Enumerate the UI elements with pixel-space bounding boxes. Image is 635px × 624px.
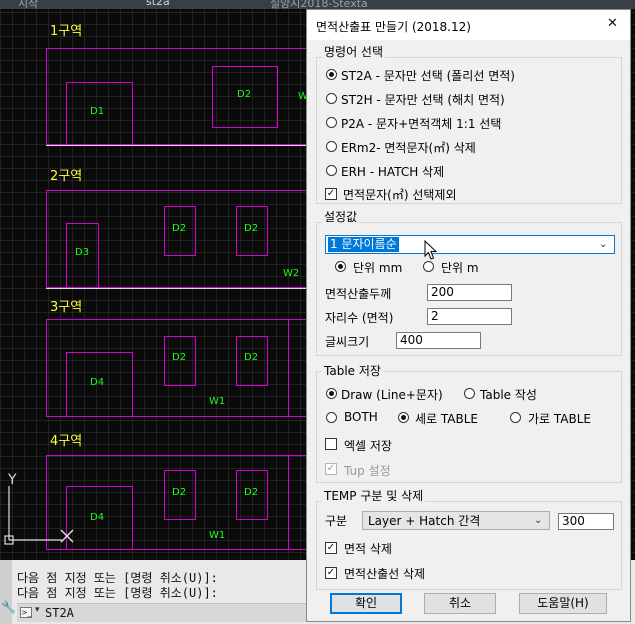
radio-st2a[interactable] <box>326 69 337 80</box>
checkbox-exclude-area-text[interactable]: ✓ <box>325 188 337 200</box>
digits-input[interactable]: 2 <box>427 308 512 325</box>
label-table-make: Table 작성 <box>480 388 537 402</box>
zone-label-1: 1구역 <box>50 24 83 39</box>
commands-group-label: 명령어 선택 <box>322 43 386 60</box>
command-input-text: ST2A <box>45 606 74 620</box>
zone2-label-d3: D3 <box>75 247 90 258</box>
checkbox-line-delete[interactable]: ✓ <box>325 567 337 579</box>
radio-horizontal-table[interactable] <box>510 412 521 423</box>
close-icon[interactable]: ✕ <box>607 16 618 31</box>
chevron-down-icon[interactable]: ▾ <box>35 605 40 615</box>
label-p2a: P2A - 문자+면적객체 1:1 선택 <box>341 117 502 131</box>
label-division: 구분 <box>325 514 348 528</box>
label-line-delete: 면적산출선 삭제 <box>344 567 426 581</box>
dialog-titlebar[interactable]: 면적산출표 만들기 (2018.12) ✕ <box>307 10 630 40</box>
label-area-delete: 면적 삭제 <box>344 542 392 556</box>
zone4-label-d2a: D2 <box>172 487 187 498</box>
label-erm2: ERm2- 면적문자(㎡) 삭제 <box>341 141 476 155</box>
zone2-baseline <box>46 288 308 289</box>
radio-unit-m[interactable] <box>423 261 434 272</box>
zone3-label-d4: D4 <box>90 377 105 388</box>
tab-drawing[interactable]: 실양시2018-Stexta <box>270 0 368 9</box>
help-button[interactable]: 도움말(H) <box>519 593 607 614</box>
tab-st2a[interactable]: st2a <box>146 0 170 8</box>
zone1-label-d1: D1 <box>90 106 105 117</box>
zone1-baseline <box>46 145 308 146</box>
document-tab-bar: 시작 st2a 실양시2018-Stexta <box>0 0 635 9</box>
radio-draw[interactable] <box>326 388 337 399</box>
label-st2a: ST2A - 문자만 선택 (폴리선 면적) <box>341 69 515 83</box>
division-select-value: Layer + Hatch 간격 <box>368 514 481 528</box>
zone2-label-d2b: D2 <box>244 223 259 234</box>
label-exclude-area-text: 면적문자(㎡) 선택제외 <box>343 188 457 202</box>
zone-label-3: 3구역 <box>50 300 83 315</box>
zone3-label-d2a: D2 <box>172 352 187 363</box>
label-tup-setting: Tup 설정 <box>344 464 391 478</box>
checkbox-excel-save[interactable] <box>325 438 337 450</box>
command-prompt-icon: >_ <box>20 607 32 618</box>
mouse-cursor-icon <box>424 239 438 262</box>
command-input[interactable]: >_ ▾ ST2A <box>17 603 313 622</box>
zone4-label-d4: D4 <box>90 512 105 523</box>
label-unit-mm: 단위 mm <box>353 261 403 275</box>
label-unit-m: 단위 m <box>441 261 479 275</box>
zone3-label-d2b: D2 <box>244 352 259 363</box>
ok-button[interactable]: 확인 <box>330 593 402 614</box>
zone3-side-room <box>288 319 308 417</box>
label-digits: 자리수 (면적) <box>325 311 394 325</box>
checkbox-tup-setting: ✓ <box>325 463 337 475</box>
label-both: BOTH <box>344 410 378 424</box>
zone-label-2: 2구역 <box>50 169 83 184</box>
ucs-icon: Y <box>4 472 84 552</box>
radio-erh[interactable] <box>326 165 337 176</box>
radio-p2a[interactable] <box>326 117 337 128</box>
label-erh: ERH - HATCH 삭제 <box>341 165 445 179</box>
label-st2h: ST2H - 문자만 선택 (해치 면적) <box>341 93 505 107</box>
zone4-label-d2b: D2 <box>244 487 259 498</box>
radio-both[interactable] <box>326 412 337 423</box>
division-select[interactable]: Layer + Hatch 간격 ⌄ <box>362 511 550 530</box>
wrench-icon[interactable]: 🔧 <box>1 600 16 614</box>
zone-label-4: 4구역 <box>50 434 83 449</box>
font-size-input[interactable]: 400 <box>396 332 481 349</box>
radio-vertical-table[interactable] <box>398 412 409 423</box>
zone4-label-w1: W1 <box>209 530 226 541</box>
sort-select-value: 1 문자이름순 <box>328 237 399 252</box>
division-number-input[interactable]: 300 <box>558 513 614 530</box>
zone4-side-room <box>288 455 308 550</box>
radio-erm2[interactable] <box>326 141 337 152</box>
label-excel-save: 엑셀 저장 <box>344 439 392 453</box>
label-horizontal-table: 가로 TABLE <box>528 412 592 426</box>
tab-start[interactable]: 시작 <box>18 0 38 9</box>
label-font-size: 글씨크기 <box>325 335 370 349</box>
checkbox-area-delete[interactable]: ✓ <box>325 542 337 554</box>
dialog-title: 면적산출표 만들기 (2018.12) <box>316 20 471 34</box>
chevron-down-icon: ⌄ <box>599 239 608 250</box>
radio-table-make[interactable] <box>464 388 475 399</box>
table-group-label: Table 저장 <box>322 362 383 379</box>
temp-group-label: TEMP 구분 및 삭제 <box>322 487 426 504</box>
zone3-label-w1: W1 <box>209 396 226 407</box>
zone2-label-w2: W2 <box>283 268 300 279</box>
area-table-dialog: 면적산출표 만들기 (2018.12) ✕ 명령어 선택 ST2A - 문자만 … <box>306 9 631 622</box>
command-window-grip[interactable] <box>0 560 12 624</box>
sort-select[interactable]: 1 문자이름순 ⌄ <box>325 235 615 254</box>
command-history-line-2: 다음 점 지정 또는 [명령 취소(U)]: <box>17 586 218 600</box>
radio-unit-mm[interactable] <box>335 261 346 272</box>
label-thickness: 면적산출두께 <box>325 287 392 301</box>
chevron-down-icon: ⌄ <box>534 515 543 526</box>
label-draw: Draw (Line+문자) <box>341 388 443 402</box>
cancel-button[interactable]: 취소 <box>424 593 496 614</box>
radio-st2h[interactable] <box>326 93 337 104</box>
zone2-label-d2a: D2 <box>172 223 187 234</box>
zone1-label-d2: D2 <box>237 89 252 100</box>
ucs-y-label: Y <box>8 472 17 488</box>
thickness-input[interactable]: 200 <box>427 284 512 301</box>
label-vertical-table: 세로 TABLE <box>415 412 479 426</box>
settings-group-label: 설정값 <box>322 208 360 225</box>
